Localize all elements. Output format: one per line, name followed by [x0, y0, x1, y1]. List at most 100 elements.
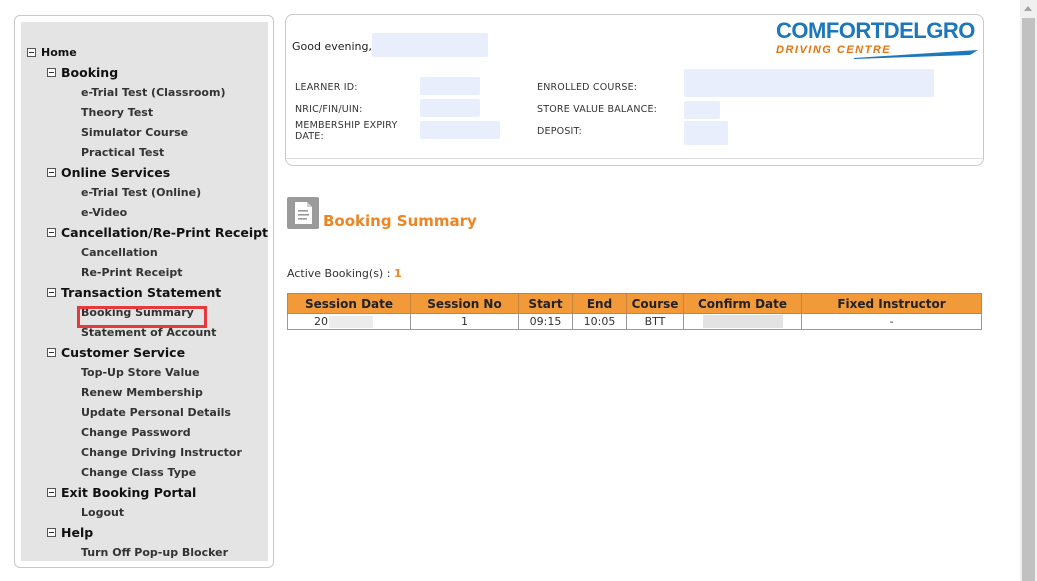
sidebar-item-theory-test-label: Theory Test	[81, 105, 154, 119]
sidebar-item-change-password[interactable]: Change Password	[81, 424, 191, 440]
session-date-prefix: 20	[314, 315, 328, 328]
document-icon	[287, 197, 319, 229]
cell-confirm-date	[683, 313, 802, 330]
collapse-customer-service-icon[interactable]	[47, 347, 56, 357]
collapse-booking-icon[interactable]	[47, 67, 56, 77]
nav-section-booking-label: Booking	[61, 64, 119, 80]
sidebar-item-change-driving-instructor-label: Change Driving Instructor	[81, 445, 242, 459]
column-header-session-no: Session No	[410, 293, 519, 314]
logo-title: COMFORTDELGRO	[776, 18, 975, 43]
learner-id-label: LEARNER ID:	[295, 82, 358, 93]
column-header-session-date: Session Date	[287, 293, 411, 314]
nav-section-online-services-label: Online Services	[61, 164, 171, 180]
nav-section-exit-booking-portal-label: Exit Booking Portal	[61, 484, 197, 500]
scrollbar-thumb[interactable]	[1022, 18, 1035, 581]
collapse-exit-booking-portal-icon[interactable]	[47, 487, 56, 497]
sidebar-item-e-video[interactable]: e-Video	[81, 204, 127, 220]
redacted-confirm-date	[702, 315, 783, 329]
page-title: Booking Summary	[323, 212, 477, 230]
nav-section-cancellation-re-print-receipt-label: Cancellation/Re-Print Receipt	[61, 224, 269, 240]
column-header-start: Start	[518, 293, 573, 314]
scroll-up-arrow-icon[interactable]	[1024, 6, 1032, 11]
sidebar-item-turn-off-pop-up-blocker[interactable]: Turn Off Pop-up Blocker	[81, 544, 228, 560]
sidebar-item-simulator-course-label: Simulator Course	[81, 125, 189, 139]
cell-session-date: 20	[287, 313, 411, 330]
sidebar-item-re-print-receipt-label: Re-Print Receipt	[81, 265, 183, 279]
redacted-nric	[420, 99, 480, 117]
nav-section-exit-booking-portal[interactable]: Exit Booking Portal	[47, 484, 196, 500]
sidebar-item-e-video-label: e-Video	[81, 205, 128, 219]
sidebar-item-theory-test[interactable]: Theory Test	[81, 104, 153, 120]
membership-expiry-label: MEMBERSHIP EXPIRY DATE:	[295, 120, 398, 142]
nav-item-home-label: Home	[41, 45, 77, 59]
nav-section-customer-service[interactable]: Customer Service	[47, 344, 185, 360]
sidebar-item-change-password-label: Change Password	[81, 425, 191, 439]
sidebar-item-e-trial-test-classroom[interactable]: e-Trial Test (Classroom)	[81, 84, 225, 100]
nric-label: NRIC/FIN/UIN:	[295, 104, 363, 115]
sidebar-item-turn-off-pop-up-blocker-label: Turn Off Pop-up Blocker	[81, 545, 229, 559]
collapse-help-icon[interactable]	[47, 527, 56, 537]
redacted-learner-name	[372, 33, 488, 57]
booking-summary-table: Session Date Session No Start End Course…	[287, 293, 982, 330]
cell-fixed-instructor: -	[801, 313, 982, 330]
booking-summary-highlight	[77, 306, 207, 328]
deposit-label: DEPOSIT:	[537, 126, 582, 137]
sidebar-item-renew-membership[interactable]: Renew Membership	[81, 384, 203, 400]
sidebar-item-logout[interactable]: Logout	[81, 504, 124, 520]
sidebar-item-simulator-course[interactable]: Simulator Course	[81, 124, 188, 140]
store-value-balance-label: STORE VALUE BALANCE:	[537, 104, 658, 115]
nav-section-transaction-statement[interactable]: Transaction Statement	[47, 284, 221, 300]
page-scrollbar[interactable]	[1020, 0, 1037, 581]
navigation-tree: Home Booking e-Trial Test (Classroom) Theor…	[21, 22, 268, 561]
collapse-home-icon[interactable]	[27, 47, 36, 57]
column-header-course: Course	[626, 293, 684, 314]
sidebar-item-change-class-type[interactable]: Change Class Type	[81, 464, 196, 480]
nav-item-home[interactable]: Home	[27, 44, 77, 60]
navigation-panel: Home Booking e-Trial Test (Classroom) Theor…	[14, 15, 274, 568]
collapse-cancellation-re-print-receipt-icon[interactable]	[47, 227, 56, 237]
sidebar-item-e-trial-test-classroom-label: e-Trial Test (Classroom)	[81, 85, 226, 99]
card-divider	[286, 158, 983, 159]
column-header-fixed-instructor: Fixed Instructor	[801, 293, 982, 314]
sidebar-item-change-class-type-label: Change Class Type	[81, 465, 197, 479]
sidebar-item-e-trial-test-online-label: e-Trial Test (Online)	[81, 185, 202, 199]
table-header-row: Session Date Session No Start End Course…	[287, 293, 982, 314]
collapse-transaction-statement-icon[interactable]	[47, 287, 56, 297]
comfortdelgro-logo: COMFORTDELGRO DRIVING CENTRE	[776, 19, 980, 63]
redacted-learner-id	[420, 77, 480, 95]
active-bookings-line: Active Booking(s) : 1	[287, 267, 402, 280]
sidebar-item-update-personal-details[interactable]: Update Personal Details	[81, 404, 231, 420]
nav-section-help-label: Help	[61, 524, 94, 540]
learner-info-card: Good evening, LEARNER ID: NRIC/FIN/UIN: …	[285, 14, 984, 166]
sidebar-item-cancellation-label: Cancellation	[81, 245, 158, 259]
redacted-deposit	[684, 121, 728, 145]
sidebar-item-top-up-store-value-label: Top-Up Store Value	[81, 365, 200, 379]
redacted-store-value	[684, 101, 720, 119]
nav-section-customer-service-label: Customer Service	[61, 344, 186, 360]
nav-section-cancellation-re-print-receipt[interactable]: Cancellation/Re-Print Receipt	[47, 224, 268, 240]
nav-section-transaction-statement-label: Transaction Statement	[61, 284, 222, 300]
nav-section-booking[interactable]: Booking	[47, 64, 118, 80]
sidebar-item-change-driving-instructor[interactable]: Change Driving Instructor	[81, 444, 242, 460]
column-header-end: End	[572, 293, 627, 314]
collapse-online-services-icon[interactable]	[47, 167, 56, 177]
sidebar-item-logout-label: Logout	[81, 505, 125, 519]
cell-session-no: 1	[410, 313, 519, 330]
logo-swoosh-icon	[854, 50, 978, 59]
sidebar-item-re-print-receipt[interactable]: Re-Print Receipt	[81, 264, 183, 280]
sidebar-item-practical-test[interactable]: Practical Test	[81, 144, 164, 160]
nav-section-help[interactable]: Help	[47, 524, 93, 540]
sidebar-item-top-up-store-value[interactable]: Top-Up Store Value	[81, 364, 200, 380]
enrolled-course-label: ENROLLED COURSE:	[537, 82, 638, 93]
sidebar-item-cancellation[interactable]: Cancellation	[81, 244, 158, 260]
redacted-enrolled-course	[684, 69, 934, 97]
greeting-text: Good evening,	[292, 40, 372, 53]
cell-start: 09:15	[518, 313, 573, 330]
cell-end: 10:05	[572, 313, 627, 330]
active-bookings-label: Active Booking(s) :	[287, 267, 391, 280]
column-header-confirm-date: Confirm Date	[683, 293, 802, 314]
nav-section-online-services[interactable]: Online Services	[47, 164, 170, 180]
sidebar-item-renew-membership-label: Renew Membership	[81, 385, 203, 399]
table-row: 20 1 09:15 10:05 BTT -	[287, 313, 982, 330]
sidebar-item-e-trial-test-online[interactable]: e-Trial Test (Online)	[81, 184, 201, 200]
